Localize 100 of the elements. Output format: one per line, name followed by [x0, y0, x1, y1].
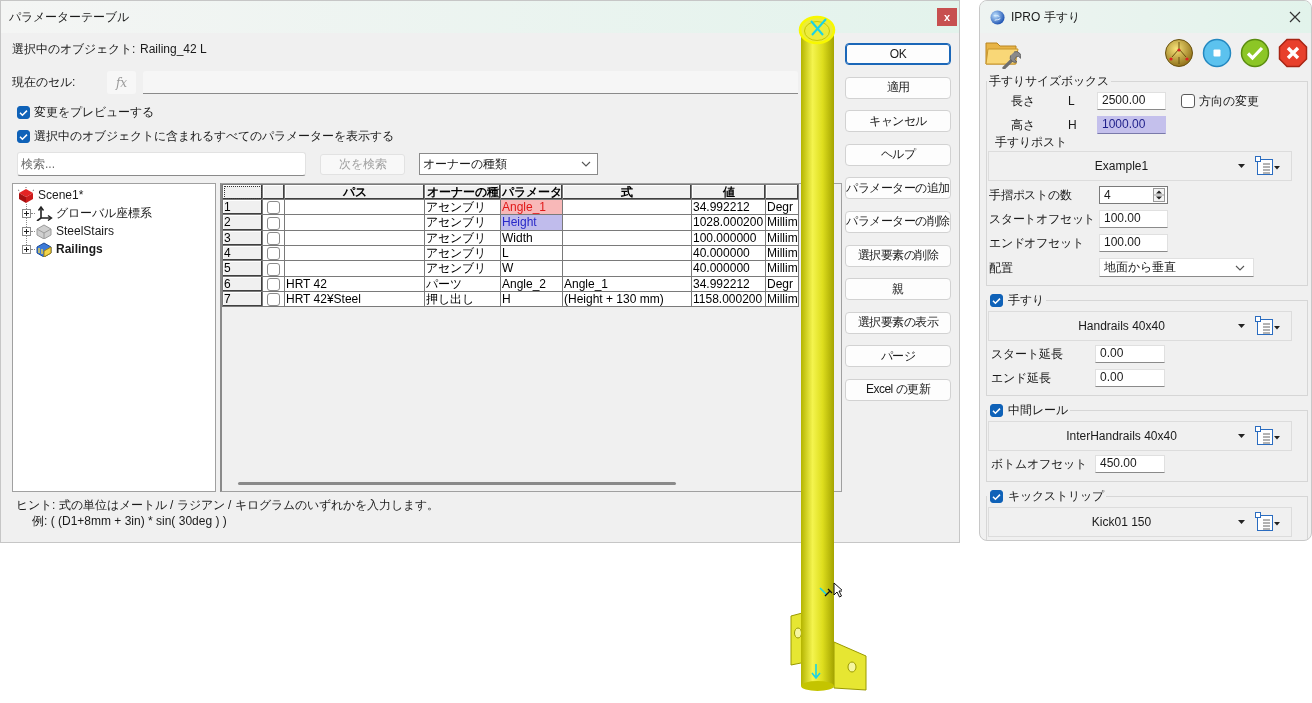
window-title: パラメーターテーブル	[9, 8, 129, 26]
checkbox[interactable]	[267, 201, 280, 214]
dialog-button[interactable]: パラメーターの削除	[845, 210, 951, 233]
group-title: 手すり	[1008, 292, 1044, 309]
group-title: 手すりサイズボックス	[989, 74, 1109, 88]
list-icon[interactable]	[1255, 316, 1281, 336]
stop-icon[interactable]	[1202, 38, 1232, 68]
text-field[interactable]: 100.00	[1099, 234, 1168, 252]
tree-item[interactable]: Railings	[56, 242, 103, 256]
profile-dropdown[interactable]: Kick01 150	[989, 508, 1255, 536]
dialog-button[interactable]: 適用	[845, 76, 951, 99]
cursor-icon	[824, 582, 842, 600]
text-field[interactable]: 450.00	[1095, 455, 1165, 473]
expand-icon[interactable]	[22, 226, 31, 236]
axis-symbol: H	[1068, 117, 1078, 134]
check-icon[interactable]	[1240, 38, 1270, 68]
text-field[interactable]: 2500.00	[1097, 92, 1166, 110]
hint-text: 例: ( (D1+8mm + 3in) * sin( 30deg ) )	[31, 513, 228, 529]
placement-dropdown[interactable]: 地面から垂直	[1099, 258, 1254, 277]
field-label: 手摺ポストの数	[989, 187, 1072, 204]
text-field[interactable]: 0.00	[1095, 369, 1165, 387]
field-label: 高さ	[1011, 117, 1036, 134]
owner-type-dropdown[interactable]: オーナーの種類	[419, 153, 598, 175]
column-header[interactable]	[765, 184, 799, 200]
checkbox[interactable]	[267, 232, 280, 245]
list-icon[interactable]	[1255, 512, 1281, 532]
column-header[interactable]	[222, 184, 263, 200]
group-title: キックストリップ	[1008, 488, 1104, 505]
list-icon[interactable]	[1255, 156, 1281, 176]
dialog-button[interactable]: 選択要素の表示	[845, 311, 951, 334]
checkbox[interactable]	[267, 277, 280, 291]
checkbox-label: 選択中のオブジェクトに含まれるすべてのパラメーターを表示する	[34, 127, 394, 145]
axes-icon	[35, 205, 53, 221]
scrollbar-thumb[interactable]	[238, 481, 676, 485]
expand-icon[interactable]	[22, 208, 31, 218]
profile-dropdown[interactable]: Example1	[989, 152, 1255, 180]
dialog-button[interactable]: ヘルプ	[845, 143, 951, 166]
chevron-down-icon	[1235, 264, 1245, 271]
tree-item[interactable]: Scene1*	[38, 188, 84, 202]
checkbox[interactable]	[17, 129, 30, 143]
field-label: 配置	[989, 259, 1013, 277]
checkbox[interactable]	[990, 294, 1003, 307]
column-header[interactable]	[262, 184, 285, 200]
close-button[interactable]: x	[937, 8, 957, 26]
field-label: エンド延長	[991, 370, 1052, 387]
column-header[interactable]: オーナーの種	[424, 184, 501, 200]
column-header[interactable]: パス	[284, 184, 425, 200]
formula-field[interactable]	[143, 71, 798, 94]
text-field[interactable]: 1000.00	[1097, 116, 1166, 134]
profile-dropdown[interactable]: Handrails 40x40	[989, 312, 1255, 340]
column-header[interactable]: 値	[691, 184, 766, 200]
caret-icon	[1238, 164, 1245, 168]
cancel-icon[interactable]	[1278, 38, 1308, 68]
field-label: エンドオフセット	[989, 235, 1084, 252]
field-label: スタートオフセット	[989, 211, 1096, 228]
spinner-field[interactable]: 4	[1099, 186, 1168, 204]
list-icon[interactable]	[1255, 426, 1281, 446]
sphere-icon[interactable]	[1164, 38, 1194, 68]
group-title: 手すりポスト	[995, 135, 1068, 149]
chevron-down-icon	[581, 161, 591, 167]
text-field[interactable]: 0.00	[1095, 345, 1165, 363]
globe-icon	[990, 9, 1005, 25]
checkbox-label: 変更をプレビューする	[34, 103, 154, 121]
checkbox[interactable]	[17, 105, 30, 119]
hint-text: ヒント: 式の単位はメートル / ラジアン / キログラムのいずれかを入力します。	[15, 497, 440, 513]
axis-symbol: L	[1068, 93, 1076, 110]
object-name: Railing_42 L	[140, 42, 207, 56]
tree-item[interactable]: SteelStairs	[56, 224, 115, 238]
checkbox[interactable]	[267, 247, 280, 260]
caret-icon	[1238, 324, 1245, 328]
field-label: スタート延長	[991, 346, 1064, 363]
column-header[interactable]: 式	[562, 184, 692, 200]
block-icon	[35, 241, 53, 257]
spinner-arrows-icon[interactable]	[1153, 188, 1165, 202]
expand-icon[interactable]	[22, 244, 31, 254]
dialog-button[interactable]: OK	[845, 43, 951, 65]
dialog-button[interactable]: 選択要素の削除	[845, 244, 951, 267]
dialog-button[interactable]: キャンセル	[845, 110, 951, 133]
dialog-button[interactable]: Excel の更新	[845, 378, 951, 401]
checkbox[interactable]	[267, 262, 280, 276]
window-title: IPRO 手すり	[1011, 8, 1080, 26]
text-field[interactable]: 100.00	[1099, 210, 1168, 228]
column-header[interactable]: パラメータ	[500, 184, 563, 200]
field-label: 長さ	[1011, 93, 1036, 110]
checkbox[interactable]	[267, 293, 280, 306]
profile-dropdown[interactable]: InterHandrails 40x40	[989, 422, 1255, 450]
dialog-button[interactable]: パラメーターの追加	[845, 177, 951, 200]
checkbox-label: 方向の変更	[1199, 92, 1259, 110]
group-title: 中間レール	[1008, 402, 1068, 419]
checkbox[interactable]	[1181, 94, 1195, 108]
caret-icon	[1238, 520, 1245, 524]
dialog-button[interactable]: パージ	[845, 345, 951, 368]
checkbox[interactable]	[990, 490, 1003, 503]
field-label: 現在のセル:	[12, 74, 77, 91]
dialog-button[interactable]: 親	[845, 278, 951, 301]
tree-item[interactable]: グローバル座標系	[56, 204, 152, 222]
checkbox[interactable]	[990, 404, 1003, 417]
checkbox[interactable]	[267, 216, 280, 230]
close-icon[interactable]	[1289, 11, 1301, 23]
search-field[interactable]: 検索...	[17, 152, 306, 176]
